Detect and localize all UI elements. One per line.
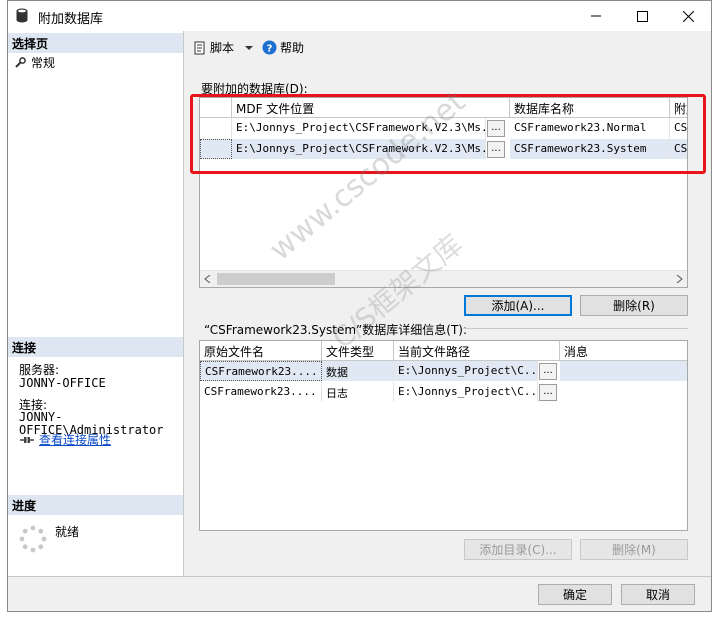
- server-value: JONNY-OFFICE: [19, 376, 106, 390]
- dropdown-arrow-icon[interactable]: [244, 44, 254, 52]
- message-cell: [560, 361, 687, 381]
- current-path-cell[interactable]: E:\Jonnys_Project\C...: [394, 361, 538, 381]
- footer-separator: [8, 576, 711, 577]
- page-item-general[interactable]: 常规: [14, 54, 55, 71]
- page-item-general-label: 常规: [31, 56, 56, 70]
- scroll-left-icon[interactable]: [204, 275, 211, 283]
- ok-button[interactable]: 确定: [538, 584, 612, 605]
- file-type-cell[interactable]: 日志: [322, 382, 394, 402]
- maximize-icon: [636, 10, 648, 22]
- current-path-cell[interactable]: E:\Jonnys_Project\C...: [394, 382, 538, 402]
- progress-spinner-icon: [19, 525, 47, 553]
- left-pane: 选择页 常规 连接 服务器: JONNY-OFFICE 连接: JONNY-OF…: [8, 31, 184, 576]
- progress-header: 进度: [8, 495, 183, 515]
- database-icon: [16, 8, 28, 23]
- maximize-button[interactable]: [619, 1, 665, 31]
- add-database-button[interactable]: 添加(A)...: [464, 295, 572, 316]
- browse-path-button[interactable]: ...: [539, 363, 557, 380]
- browse-path-button[interactable]: ...: [539, 384, 557, 401]
- select-page-header: 选择页: [8, 33, 183, 53]
- connection-icon: [20, 436, 34, 443]
- attach-database-dialog: 附加数据库 选择页 常规 连接 服务器: JONNY-OFFICE 连接: JO…: [7, 0, 712, 612]
- close-icon: [682, 10, 694, 22]
- add-catalog-button[interactable]: 添加目录(C)...: [464, 539, 572, 560]
- scrollbar-thumb[interactable]: [217, 273, 335, 285]
- file-type-cell[interactable]: 数据: [322, 361, 394, 381]
- minimize-icon: [591, 15, 601, 17]
- progress-status: 就绪: [55, 525, 80, 539]
- message-cell: [560, 382, 687, 402]
- column-header-current-path[interactable]: 当前文件路径: [394, 341, 560, 361]
- help-icon: ?: [262, 40, 277, 55]
- details-separator: [463, 328, 688, 329]
- svg-text:?: ?: [267, 44, 273, 55]
- window-title: 附加数据库: [38, 12, 104, 27]
- remove-database-button[interactable]: 删除(R): [580, 295, 688, 316]
- column-header-original-filename[interactable]: 原始文件名: [200, 341, 322, 361]
- help-button[interactable]: ? 帮助: [262, 39, 304, 56]
- original-filename-cell[interactable]: CSFramework23....: [200, 361, 322, 381]
- cancel-button[interactable]: 取消: [621, 584, 695, 605]
- scroll-right-icon[interactable]: [676, 275, 683, 283]
- connection-header: 连接: [8, 337, 183, 357]
- column-header-message[interactable]: 消息: [560, 341, 687, 361]
- wrench-icon: [15, 57, 26, 68]
- original-filename-cell[interactable]: CSFramework23....: [200, 382, 322, 402]
- details-grid: 原始文件名 文件类型 当前文件路径 消息 CSFramework23.... 数…: [199, 340, 688, 531]
- view-connection-properties[interactable]: 查看连接属性: [19, 431, 111, 448]
- minimize-button[interactable]: [573, 1, 619, 31]
- script-label: 脚本: [210, 41, 235, 55]
- close-button[interactable]: [665, 1, 711, 31]
- help-label: 帮助: [280, 41, 305, 55]
- toolbar: 脚本 ? 帮助: [193, 39, 304, 56]
- script-button[interactable]: 脚本: [193, 39, 234, 56]
- title-bar: 附加数据库: [8, 1, 711, 31]
- remove-file-button[interactable]: 删除(M): [580, 539, 688, 560]
- view-connection-properties-link[interactable]: 查看连接属性: [39, 431, 111, 448]
- script-icon: [194, 41, 205, 54]
